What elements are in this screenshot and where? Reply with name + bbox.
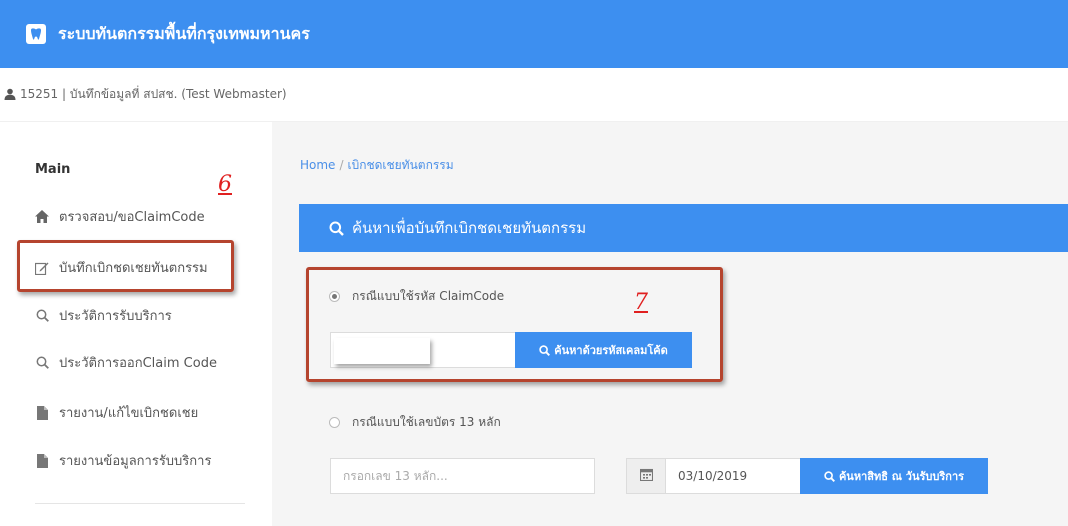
search-icon <box>329 221 344 236</box>
id13-input-placeholder: กรอกเลข 13 หลัก... <box>343 468 448 483</box>
sidebar-divider <box>35 503 245 504</box>
user-label: 15251 | บันทึกข้อมูลที่ สปสช. (Test Webm… <box>20 87 287 101</box>
tooth-logo-icon <box>26 24 46 44</box>
id13-radio[interactable] <box>329 417 340 428</box>
service-date-input[interactable]: 03/10/2019 <box>665 458 801 494</box>
breadcrumb-current: เบิกชดเชยทันตกรรม <box>347 158 454 172</box>
search-icon <box>35 356 49 370</box>
sidebar-item-label: ตรวจสอบ/ขอClaimCode <box>59 210 205 225</box>
breadcrumb-home[interactable]: Home <box>300 158 335 172</box>
sidebar-item-label: ประวัติการออกClaim Code <box>59 356 217 371</box>
calendar-addon[interactable] <box>626 458 666 494</box>
file-icon <box>35 453 49 468</box>
annotation-number-7: 7 <box>634 290 648 315</box>
breadcrumb-separator: / <box>339 158 344 172</box>
id13-option[interactable]: กรณีแบบใช้เลขบัตร 13 หลัก <box>329 413 501 432</box>
top-bar: ระบบทันตกรรมพื้นที่กรุงเทพมหานคร <box>0 0 1068 68</box>
sidebar-item-label: ประวัติการรับบริการ <box>59 309 172 324</box>
panel-header: ค้นหาเพื่อบันทึกเบิกชดเชยทันตกรรม <box>299 204 1068 252</box>
service-date-value: 03/10/2019 <box>678 469 748 483</box>
sidebar-item-report-edit[interactable]: รายงาน/แก้ไขเบิกชดเชย <box>35 402 198 423</box>
sidebar-item-service-history[interactable]: ประวัติการรับบริการ <box>35 305 172 326</box>
app-title: ระบบทันตกรรมพื้นที่กรุงเทพมหานคร <box>58 23 310 43</box>
search-rights-button-label: ค้นหาสิทธิ ณ วันรับบริการ <box>838 470 965 483</box>
search-icon <box>824 470 835 482</box>
annotation-box-claimcode <box>306 267 723 382</box>
calendar-icon <box>639 468 653 485</box>
sidebar-item-label: รายงานข้อมูลการรับบริการ <box>59 454 212 469</box>
sidebar-item-service-report[interactable]: รายงานข้อมูลการรับบริการ <box>35 450 211 471</box>
home-icon <box>35 210 49 224</box>
id13-option-label: กรณีแบบใช้เลขบัตร 13 หลัก <box>352 415 501 429</box>
sidebar-item-label: รายงาน/แก้ไขเบิกชดเชย <box>59 406 199 421</box>
breadcrumb: Home / เบิกชดเชยทันตกรรม <box>300 156 454 175</box>
id13-input[interactable]: กรอกเลข 13 หลัก... <box>330 458 595 494</box>
panel-title: ค้นหาเพื่อบันทึกเบิกชดเชยทันตกรรม <box>352 219 587 237</box>
user-bar: 15251 | บันทึกข้อมูลที่ สปสช. (Test Webm… <box>0 68 1068 122</box>
file-icon <box>35 405 49 420</box>
search-icon <box>35 309 49 323</box>
sidebar-item-check-claimcode[interactable]: ตรวจสอบ/ขอClaimCode <box>35 206 205 227</box>
annotation-number-6: 6 <box>218 172 232 197</box>
sidebar-item-claimcode-history[interactable]: ประวัติการออกClaim Code <box>35 352 217 373</box>
annotation-box-sidebar <box>17 240 234 292</box>
search-rights-button[interactable]: ค้นหาสิทธิ ณ วันรับบริการ <box>800 458 988 494</box>
sidebar-heading: Main <box>35 162 71 177</box>
user-icon <box>4 88 17 101</box>
